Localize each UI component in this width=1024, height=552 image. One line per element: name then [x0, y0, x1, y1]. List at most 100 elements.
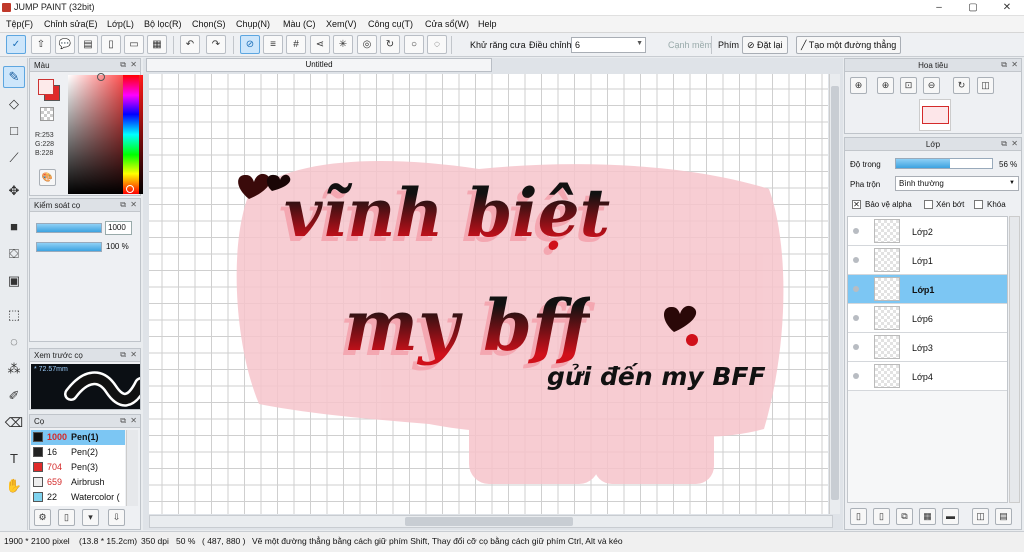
- merge-layer-icon[interactable]: ◫: [972, 508, 989, 525]
- popout-icon[interactable]: ⧉: [1001, 60, 1007, 70]
- close-panel-icon[interactable]: ✕: [1011, 139, 1018, 148]
- message-icon[interactable]: ▤: [78, 35, 98, 54]
- clip-checkbox[interactable]: [924, 200, 933, 209]
- undo-icon[interactable]: ↶: [180, 35, 200, 54]
- close-panel-icon[interactable]: ✕: [130, 416, 137, 425]
- navigator-viewport[interactable]: [922, 106, 949, 124]
- rotate-icon[interactable]: ↻: [953, 77, 970, 94]
- blend-mode-select[interactable]: Bình thường ▼: [895, 176, 1019, 191]
- flip-icon[interactable]: ◫: [977, 77, 994, 94]
- transparent-swatch[interactable]: [40, 107, 54, 121]
- maximize-button[interactable]: ▢: [962, 1, 984, 14]
- palette-icon[interactable]: 🎨: [39, 169, 56, 186]
- size-input[interactable]: 1000: [105, 221, 132, 235]
- lock-checkbox[interactable]: [974, 200, 983, 209]
- vertical-scroll-thumb[interactable]: [831, 86, 839, 500]
- layer-list-scrollbar[interactable]: [1009, 216, 1020, 503]
- layer-opacity-slider[interactable]: [895, 158, 993, 169]
- ellipse-ruler-icon[interactable]: ○: [404, 35, 424, 54]
- hand-tool-icon[interactable]: ✋: [3, 475, 25, 497]
- visibility-icon[interactable]: [853, 315, 859, 321]
- menu-help[interactable]: Help: [478, 19, 497, 29]
- hue-slider-handle[interactable]: [126, 185, 134, 193]
- protect-alpha-checkbox[interactable]: ✕: [852, 200, 861, 209]
- brush-menu-icon[interactable]: ▾: [82, 509, 99, 526]
- zoom-fit-icon[interactable]: ⊕: [850, 77, 867, 94]
- layer-row[interactable]: Lớp1: [848, 275, 1007, 304]
- popout-icon[interactable]: ⧉: [1001, 139, 1007, 149]
- rect-select-tool-icon[interactable]: ⬚: [3, 304, 25, 326]
- brush-item[interactable]: 16 Pen(2): [31, 445, 125, 460]
- drawing-canvas[interactable]: vĩnh biệt vĩnh biệt my bff my bff gửi đế…: [149, 74, 828, 514]
- visibility-icon[interactable]: [853, 344, 859, 350]
- new-layer-icon[interactable]: ▯: [850, 508, 867, 525]
- grid-ruler-icon[interactable]: #: [286, 35, 306, 54]
- select-eraser-tool-icon[interactable]: ⌫: [3, 412, 25, 434]
- menu-filter[interactable]: Bộ lọc(R): [144, 19, 182, 29]
- menu-window[interactable]: Cửa sổ(W): [425, 19, 469, 29]
- minimize-button[interactable]: –: [928, 1, 950, 14]
- zoom-out-icon[interactable]: ⊖: [923, 77, 940, 94]
- color-picker-cursor[interactable]: [97, 73, 105, 81]
- layer-row[interactable]: Lớp4: [848, 362, 1007, 391]
- horizontal-scroll-thumb[interactable]: [405, 517, 573, 526]
- menu-file[interactable]: Tệp(F): [6, 19, 33, 29]
- popout-icon[interactable]: ⧉: [120, 200, 126, 210]
- eraser-tool-icon[interactable]: ◇: [3, 93, 25, 115]
- menu-tools[interactable]: Công cụ(T): [368, 19, 413, 29]
- size-slider[interactable]: [36, 223, 102, 233]
- visibility-icon[interactable]: [853, 257, 859, 263]
- menu-capture[interactable]: Chụp(N): [236, 19, 270, 29]
- layer-row[interactable]: Lớp2: [848, 217, 1007, 246]
- primary-color-swatch[interactable]: [38, 79, 54, 95]
- close-button[interactable]: ✕: [996, 1, 1018, 14]
- new-layer-alt-icon[interactable]: ▯: [873, 508, 890, 525]
- hue-slider[interactable]: [123, 75, 139, 194]
- share-icon[interactable]: ⇧: [31, 35, 51, 54]
- redo-icon[interactable]: ↷: [206, 35, 226, 54]
- layer-row[interactable]: Lớp1: [848, 246, 1007, 275]
- gradient-tool-icon[interactable]: ▣: [3, 270, 25, 292]
- bucket-tool-icon[interactable]: ⛋: [3, 243, 25, 265]
- horizontal-scrollbar[interactable]: [149, 515, 833, 528]
- menu-edit[interactable]: Chỉnh sửa(E): [44, 19, 98, 29]
- close-panel-icon[interactable]: ✕: [130, 350, 137, 359]
- brush-export-icon[interactable]: ⇩: [108, 509, 125, 526]
- brush-new-icon[interactable]: ▯: [58, 509, 75, 526]
- symmetry-icon[interactable]: ◌: [427, 35, 447, 54]
- lasso-tool-icon[interactable]: ◌: [3, 331, 25, 353]
- perspective-icon[interactable]: ⋖: [310, 35, 330, 54]
- adjust-combo[interactable]: 6 ▼: [571, 37, 646, 53]
- document-icon[interactable]: ▯: [101, 35, 121, 54]
- brush-list-scrollbar[interactable]: [126, 430, 138, 506]
- shape-tool-icon[interactable]: □: [3, 120, 25, 142]
- radial-ruler-icon[interactable]: ✳: [333, 35, 353, 54]
- layer-row[interactable]: Lớp6: [848, 304, 1007, 333]
- copy-layer-icon[interactable]: ⧉: [896, 508, 913, 525]
- straight-line-button[interactable]: ╱ Tạo một đường thẳng: [796, 36, 902, 54]
- text-tool-icon[interactable]: T: [3, 448, 25, 470]
- navigator-thumbnail[interactable]: [919, 99, 951, 131]
- close-panel-icon[interactable]: ✕: [1011, 60, 1018, 69]
- popout-icon[interactable]: ⧉: [120, 416, 126, 426]
- menu-layer[interactable]: Lớp(L): [107, 19, 134, 29]
- move-tool-icon[interactable]: ✥: [3, 180, 25, 202]
- menu-color[interactable]: Màu (C): [283, 19, 316, 29]
- opacity-slider[interactable]: [36, 242, 102, 252]
- quick-access-icon[interactable]: ✓: [6, 35, 26, 54]
- visibility-icon[interactable]: [853, 373, 859, 379]
- folder-icon[interactable]: ▬: [942, 508, 959, 525]
- line-tool-icon[interactable]: ⟋: [3, 147, 25, 169]
- layer-row[interactable]: Lớp3: [848, 333, 1007, 362]
- magic-wand-tool-icon[interactable]: ⁂: [3, 358, 25, 380]
- page-icon[interactable]: ▭: [124, 35, 144, 54]
- menu-view[interactable]: Xem(V): [326, 19, 357, 29]
- menu-select[interactable]: Chọn(S): [192, 19, 226, 29]
- ruler-off-icon[interactable]: ⊘: [240, 35, 260, 54]
- brush-item[interactable]: 22 Watercolor (: [31, 490, 125, 505]
- grid-icon[interactable]: ▦: [147, 35, 167, 54]
- zoom-in-icon[interactable]: ⊕: [877, 77, 894, 94]
- brush-item[interactable]: 1000 Pen(1): [31, 430, 125, 445]
- visibility-icon[interactable]: [853, 228, 859, 234]
- rect-fill-tool-icon[interactable]: ■: [3, 216, 25, 238]
